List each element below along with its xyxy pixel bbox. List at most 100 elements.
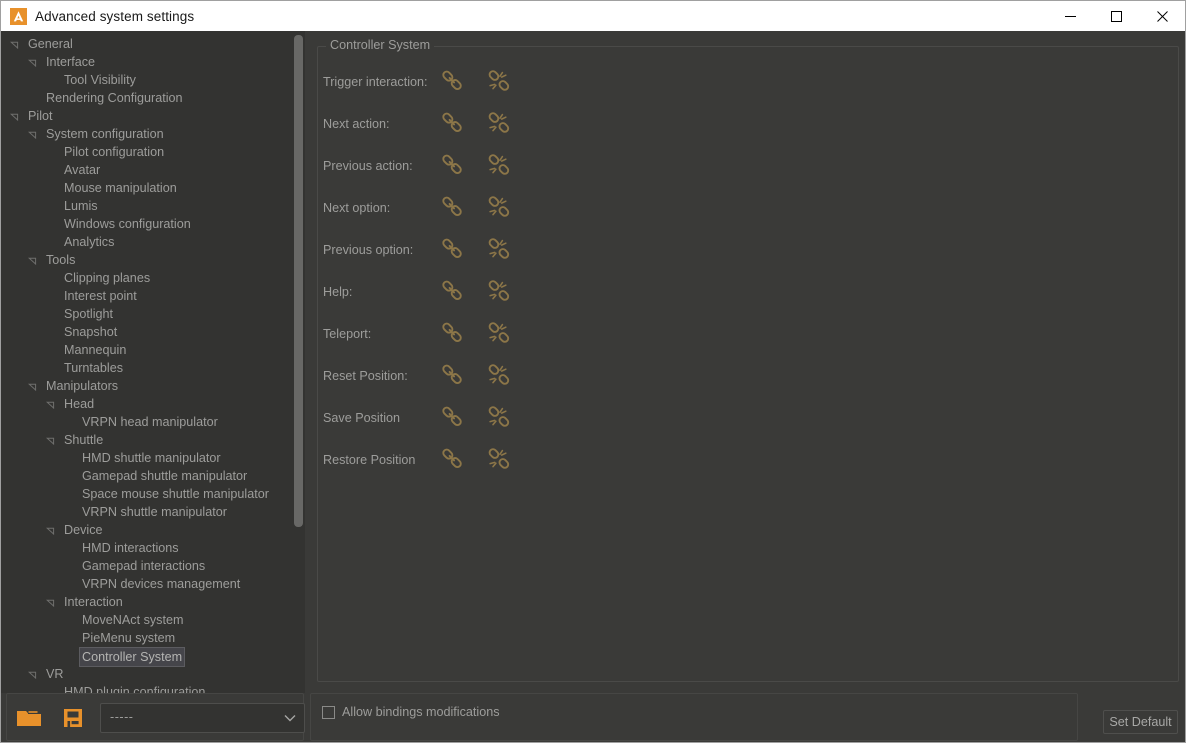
tree-item-piemenu-system[interactable]: PieMenu system [1,629,289,647]
tree-expander-icon[interactable] [46,526,55,535]
broken-link-icon[interactable] [485,152,513,180]
link-icon[interactable] [438,152,466,180]
minimize-button[interactable] [1047,1,1093,31]
tree-item-controller-system[interactable]: Controller System [1,647,289,667]
tree-item-label: VRPN head manipulator [82,415,218,429]
tree-expander-icon[interactable] [28,670,37,679]
tree-item-hmd-shuttle-manipulator[interactable]: HMD shuttle manipulator [1,449,289,467]
binding-label: Save Position [323,411,401,425]
tree-expander-icon[interactable] [28,256,37,265]
tree-item-system-configuration[interactable]: System configuration [1,125,289,143]
tree-item-gamepad-interactions[interactable]: Gamepad interactions [1,557,289,575]
broken-link-icon[interactable] [485,110,513,138]
maximize-button[interactable] [1093,1,1139,31]
tree-item-windows-configuration[interactable]: Windows configuration [1,215,289,233]
tree-item-hmd-plugin-configuration[interactable]: HMD plugin configuration [1,683,289,693]
broken-link-icon[interactable] [485,362,513,390]
broken-link-icon[interactable] [485,446,513,474]
tree-item-label: Rendering Configuration [46,91,183,105]
tree-item-tool-visibility[interactable]: Tool Visibility [1,71,289,89]
link-icon[interactable] [438,320,466,348]
tree-item-pilot[interactable]: Pilot [1,107,289,125]
tree-item-snapshot[interactable]: Snapshot [1,323,289,341]
tree-item-space-mouse-shuttle-manipulator[interactable]: Space mouse shuttle manipulator [1,485,289,503]
tree-item-interface[interactable]: Interface [1,53,289,71]
broken-link-icon[interactable] [485,68,513,96]
binding-label: Previous action: [323,159,413,173]
tree-item-avatar[interactable]: Avatar [1,161,289,179]
broken-link-icon[interactable] [485,236,513,264]
binding-label: Previous option: [323,243,414,257]
link-icon[interactable] [438,236,466,264]
tree-item-interaction[interactable]: Interaction [1,593,289,611]
binding-label: Next action: [323,117,390,131]
tree-item-clipping-planes[interactable]: Clipping planes [1,269,289,287]
title-bar[interactable]: Advanced system settings [1,1,1185,31]
tree-expander-icon[interactable] [46,400,55,409]
tree-item-general[interactable]: General [1,35,289,53]
profile-toolbar-group: ----- [6,693,305,741]
tree-item-lumis[interactable]: Lumis [1,197,289,215]
tree-item-vrpn-shuttle-manipulator[interactable]: VRPN shuttle manipulator [1,503,289,521]
link-icon[interactable] [438,278,466,306]
tree-item-analytics[interactable]: Analytics [1,233,289,251]
allow-bindings-modifications-checkbox[interactable]: Allow bindings modifications [322,705,500,719]
tree-expander-icon[interactable] [10,112,19,121]
tree-expander-icon[interactable] [28,382,37,391]
tree-item-pilot-configuration[interactable]: Pilot configuration [1,143,289,161]
tree-item-mouse-manipulation[interactable]: Mouse manipulation [1,179,289,197]
tree-scrollbar-thumb[interactable] [294,35,303,527]
tree-item-vr[interactable]: VR [1,665,289,683]
tree-item-mannequin[interactable]: Mannequin [1,341,289,359]
bindings-options-group: Allow bindings modifications [310,693,1078,741]
tree-item-tools[interactable]: Tools [1,251,289,269]
tree-item-device[interactable]: Device [1,521,289,539]
profile-select[interactable]: ----- [100,703,305,733]
tree-item-label: Lumis [64,199,98,213]
link-icon[interactable] [438,446,466,474]
close-button[interactable] [1139,1,1185,31]
tree-expander-icon[interactable] [10,40,19,49]
advanced-system-settings-window: Advanced system settings General Interfac… [0,0,1186,743]
broken-link-icon[interactable] [485,320,513,348]
tree-expander-icon[interactable] [46,598,55,607]
open-folder-icon[interactable] [13,702,45,734]
binding-row: Trigger interaction: [318,61,1178,103]
link-icon[interactable] [438,194,466,222]
tree-item-gamepad-shuttle-manipulator[interactable]: Gamepad shuttle manipulator [1,467,289,485]
tree-expander-icon[interactable] [28,130,37,139]
broken-link-icon[interactable] [485,404,513,432]
tree-expander-icon[interactable] [46,436,55,445]
tree-item-label: VR [46,667,64,681]
binding-row: Restore Position [318,439,1178,481]
controller-system-groupbox: Controller System Trigger interaction: Ne… [317,38,1179,682]
tree-item-label: VRPN devices management [82,577,241,591]
link-icon[interactable] [438,110,466,138]
tree-item-vrpn-devices-management[interactable]: VRPN devices management [1,575,289,593]
tree-item-spotlight[interactable]: Spotlight [1,305,289,323]
bottom-toolbar: ----- Allow bindings modifications Set D… [1,693,1185,742]
broken-link-icon[interactable] [485,278,513,306]
tree-expander-icon[interactable] [28,58,37,67]
tree-item-label: Tool Visibility [64,73,136,87]
tree-item-interest-point[interactable]: Interest point [1,287,289,305]
binding-row: Next option: [318,187,1178,229]
save-floppy-icon[interactable] [57,702,89,734]
tree-item-vrpn-head-manipulator[interactable]: VRPN head manipulator [1,413,289,431]
tree-item-head[interactable]: Head [1,395,289,413]
checkbox-box[interactable] [322,705,335,719]
settings-tree-panel[interactable]: General Interface Tool Visibility Rendering… [1,31,305,693]
binding-row: Save Position [318,397,1178,439]
tree-item-turntables[interactable]: Turntables [1,359,289,377]
link-icon[interactable] [438,404,466,432]
tree-item-shuttle[interactable]: Shuttle [1,431,289,449]
tree-item-manipulators[interactable]: Manipulators [1,377,289,395]
broken-link-icon[interactable] [485,194,513,222]
tree-item-hmd-interactions[interactable]: HMD interactions [1,539,289,557]
link-icon[interactable] [438,362,466,390]
window-content: General Interface Tool Visibility Rendering… [1,31,1185,742]
tree-item-movenact-system[interactable]: MoveNAct system [1,611,289,629]
tree-item-rendering-configuration[interactable]: Rendering Configuration [1,89,289,107]
set-default-button[interactable]: Set Default [1103,710,1178,734]
link-icon[interactable] [438,68,466,96]
